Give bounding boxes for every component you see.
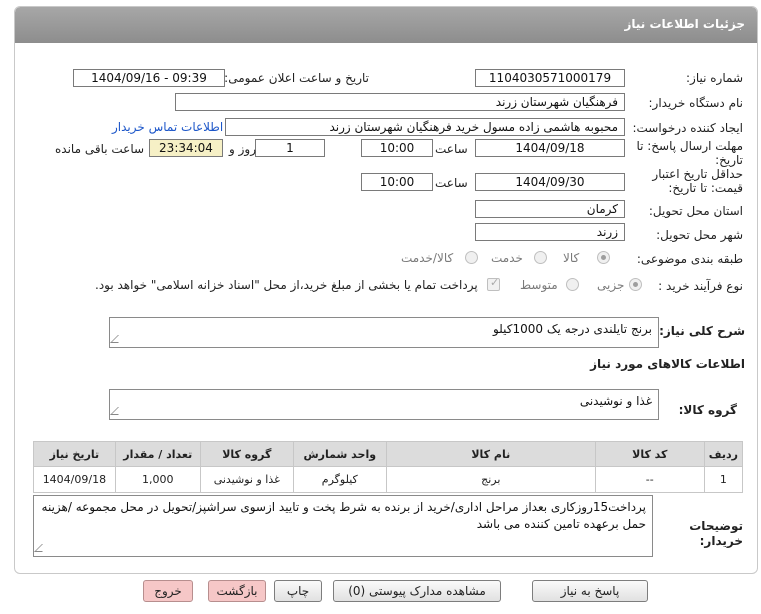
table-row: 1 -- برنج کیلوگرم غذا و نوشیدنی 1,000 14… xyxy=(33,466,744,493)
resize-grip-icon[interactable] xyxy=(110,335,126,343)
treasury-payment-checkbox[interactable]: ✓ xyxy=(487,276,500,291)
cell-item-name: برنج xyxy=(385,466,596,493)
category-goods-radio[interactable] xyxy=(597,251,610,264)
province-field: کرمان xyxy=(475,200,625,218)
city-field: زرند xyxy=(475,223,625,241)
need-number-label: شماره نیاز: xyxy=(686,71,743,85)
requester-label: ایجاد کننده درخواست: xyxy=(632,121,743,135)
col-unit: واحد شمارش xyxy=(292,441,387,467)
remaining-time-field: 23:34:04 xyxy=(149,139,223,157)
days-label: روز و xyxy=(229,142,256,156)
cell-need-date: 1404/09/18 xyxy=(33,466,116,493)
cell-group: غذا و نوشیدنی xyxy=(199,466,294,493)
col-row-number: ردیف xyxy=(703,441,744,467)
buyer-org-label: نام دستگاه خریدار: xyxy=(648,96,744,110)
category-goods-service-option: کالا/خدمت xyxy=(401,251,454,265)
resize-grip-icon[interactable] xyxy=(110,407,126,415)
print-button[interactable]: چاپ xyxy=(274,580,322,602)
goods-table: ردیف کد کالا نام کالا واحد شمارش گروه کا… xyxy=(33,441,744,493)
resize-grip-icon[interactable] xyxy=(34,544,50,552)
col-need-date: تاریخ نیاز xyxy=(33,441,116,467)
purchase-type-label: نوع فرآیند خرید : xyxy=(658,279,743,293)
panel-header: جزئیات اطلاعات نیاز xyxy=(15,7,757,43)
cell-quantity: 1,000 xyxy=(114,466,201,493)
need-details-panel: جزئیات اطلاعات نیاز شماره نیاز: 11040305… xyxy=(14,6,758,574)
cell-item-code: -- xyxy=(594,466,705,493)
purchase-medium-option: متوسط xyxy=(520,278,558,292)
buyer-notes-text: پرداخت15روزکاری بعداز مراحل اداری/خرید ا… xyxy=(41,500,646,531)
buyer-org-field: فرهنگیان شهرستان زرند xyxy=(175,93,625,111)
goods-group-text: غذا و نوشیدنی xyxy=(579,394,652,408)
summary-text: برنج تایلندی درجه یک 1000کیلو xyxy=(492,322,652,336)
contact-buyer-link[interactable]: اطلاعات تماس خریدار xyxy=(112,120,223,134)
category-goods-option: کالا xyxy=(563,251,580,265)
summary-label: شرح کلی نیاز: xyxy=(659,324,745,338)
buyer-notes-label-2: خریدار: xyxy=(699,534,743,548)
col-quantity: تعداد / مقدار xyxy=(114,441,201,467)
days-field: 1 xyxy=(255,139,325,157)
col-group: گروه کالا xyxy=(199,441,294,467)
col-item-code: کد کالا xyxy=(594,441,705,467)
col-item-name: نام کالا xyxy=(385,441,596,467)
buyer-notes-textarea: پرداخت15روزکاری بعداز مراحل اداری/خرید ا… xyxy=(33,495,653,557)
treasury-payment-note: پرداخت تمام یا بخشی از مبلغ خرید،از محل … xyxy=(95,278,478,292)
requester-field: محبوبه هاشمی زاده مسول خرید فرهنگیان شهر… xyxy=(225,118,625,136)
back-button[interactable]: بازگشت xyxy=(208,580,266,602)
reply-button[interactable]: پاسخ به نیاز xyxy=(532,580,648,602)
goods-group-textarea: غذا و نوشیدنی xyxy=(109,389,659,420)
panel-title: جزئیات اطلاعات نیاز xyxy=(624,17,745,31)
price-validity-label: حداقل تاریخ اعتبار xyxy=(652,167,743,181)
need-number-field: 1104030571000179 xyxy=(475,69,625,87)
city-label: شهر محل تحویل: xyxy=(656,228,743,242)
send-deadline-label: مهلت ارسال پاسخ: تا xyxy=(636,139,743,153)
summary-textarea: برنج تایلندی درجه یک 1000کیلو xyxy=(109,317,659,348)
purchase-minor-radio[interactable] xyxy=(629,278,642,291)
purchase-minor-option: جزیی xyxy=(597,278,625,292)
goods-section-title: اطلاعات کالاهای مورد نیاز xyxy=(590,357,745,371)
announce-field: 1404/09/16 - 09:39 xyxy=(73,69,225,87)
send-deadline-time-field: 10:00 xyxy=(361,139,433,157)
price-validity-date-field: 1404/09/30 xyxy=(475,173,625,191)
category-service-radio[interactable] xyxy=(534,251,547,264)
send-deadline-date-field: 1404/09/18 xyxy=(475,139,625,157)
cell-unit: کیلوگرم xyxy=(292,466,387,493)
category-goods-service-radio[interactable] xyxy=(465,251,478,264)
send-deadline-time-label: ساعت xyxy=(435,142,468,156)
category-service-option: خدمت xyxy=(491,251,523,265)
cell-row-number: 1 xyxy=(703,466,744,493)
price-validity-time-field: 10:00 xyxy=(361,173,433,191)
exit-button[interactable]: خروج xyxy=(143,580,193,602)
province-label: استان محل تحویل: xyxy=(648,204,743,218)
send-deadline-label-2: تاریخ: xyxy=(715,153,743,167)
view-attachments-button[interactable]: مشاهده مدارک پیوستی (0) xyxy=(333,580,501,602)
purchase-medium-radio[interactable] xyxy=(566,278,579,291)
announce-label: تاریخ و ساعت اعلان عمومی: xyxy=(224,71,369,85)
category-label: طبقه بندی موضوعی: xyxy=(636,252,743,266)
table-header-row: ردیف کد کالا نام کالا واحد شمارش گروه کا… xyxy=(33,441,744,467)
buyer-notes-label: توضیحات xyxy=(689,519,743,533)
goods-group-label: گروه کالا: xyxy=(678,403,737,417)
remaining-time-label: ساعت باقی مانده xyxy=(55,142,145,156)
price-validity-time-label: ساعت xyxy=(435,176,468,190)
price-validity-label-2: قیمت: تا تاریخ: xyxy=(668,181,743,195)
